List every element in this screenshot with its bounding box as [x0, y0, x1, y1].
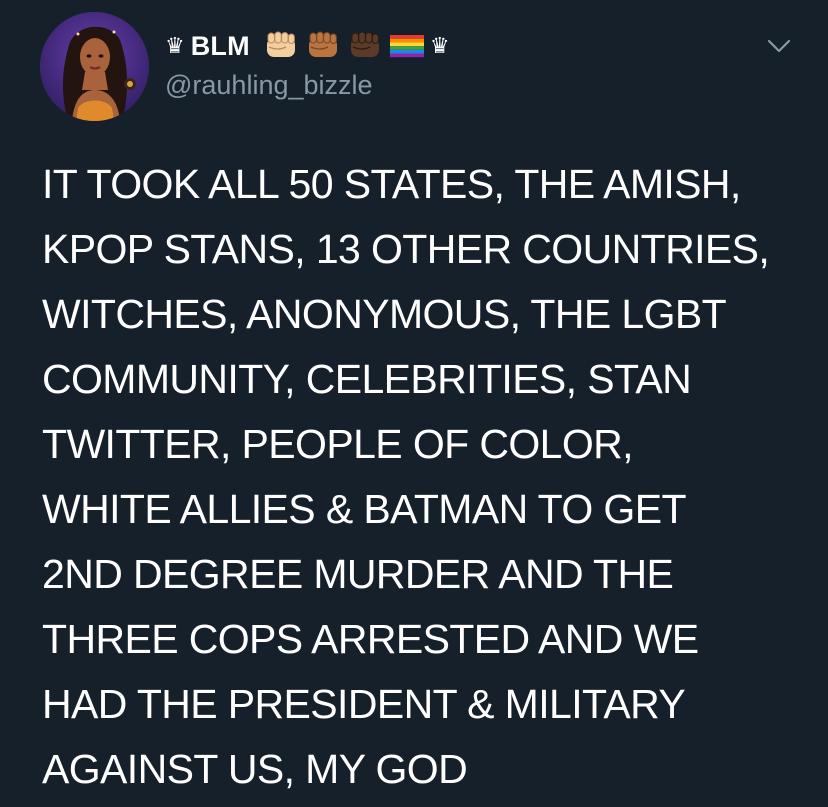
tweet-text-line: TWITTER, PEOPLE OF COLOR, — [42, 421, 634, 467]
tweet-text-line: IT TOOK ALL 50 STATES, THE AMISH, — [42, 161, 741, 207]
tweet-text-line: HAD THE PRESIDENT & MILITARY — [42, 681, 686, 727]
chevron-down-icon[interactable] — [766, 36, 792, 56]
tweet-text-line: WITCHES, ANONYMOUS, THE LGBT — [42, 291, 727, 337]
raised-fist-dark-icon — [348, 31, 382, 61]
user-handle[interactable]: @rauhling_bizzle — [165, 68, 765, 102]
avatar[interactable] — [40, 12, 149, 121]
raised-fist-medium-icon — [306, 31, 340, 61]
avatar-illustration — [40, 12, 149, 121]
tweet-text-line: AGAINST US, MY GOD — [42, 746, 468, 792]
tweet-text-line: THREE COPS ARRESTED AND WE — [42, 616, 699, 662]
display-name-row[interactable]: ♛ BLM ♛ — [165, 26, 765, 66]
tweet-header: ♛ BLM ♛ @rauhling_bizzle — [165, 26, 765, 102]
tweet-text-line: COMMUNITY, CELEBRITIES, STAN — [42, 356, 692, 402]
tweet-text-line: KPOP STANS, 13 OTHER COUNTRIES, — [42, 226, 770, 272]
crown-icon: ♛ — [165, 33, 185, 58]
tweet-text: IT TOOK ALL 50 STATES, THE AMISH, KPOP S… — [42, 152, 812, 802]
rainbow-flag-icon — [389, 33, 424, 59]
crown-icon: ♛ — [429, 33, 450, 58]
raised-fist-light-icon — [264, 31, 298, 61]
display-name[interactable]: BLM — [191, 31, 250, 62]
tweet: ♛ BLM ♛ @rauhling_bizzle IT TOOK ALL 50 … — [0, 0, 828, 807]
tweet-text-line: WHITE ALLIES & BATMAN TO GET — [42, 486, 687, 532]
tweet-text-line: 2ND DEGREE MURDER AND THE — [42, 551, 674, 597]
